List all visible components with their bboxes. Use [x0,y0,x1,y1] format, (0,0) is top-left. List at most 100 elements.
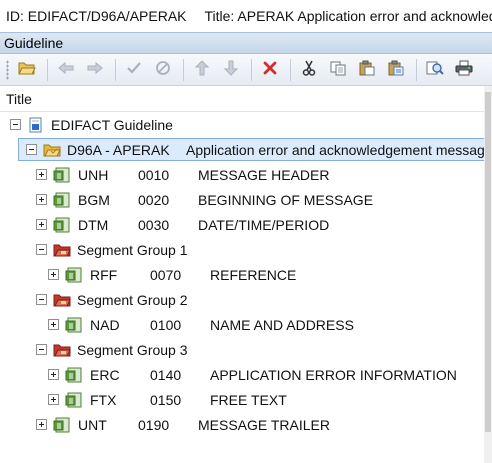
segment-icon [65,392,83,408]
cut-button[interactable] [297,58,321,82]
segment-description: BEGINNING OF MESSAGE [198,191,374,208]
segment-group-folder-icon [53,292,71,308]
tree-node-root[interactable]: EDIFACT Guideline [0,112,484,137]
segment-group-folder-icon [53,342,71,358]
segment-description: REFERENCE [210,266,297,283]
collapse-toggle-icon[interactable] [26,144,37,155]
segment-position: 0100 [150,316,182,333]
scrollbar-thumb[interactable] [485,92,491,432]
forward-arrow-button [83,58,107,82]
collapse-toggle-icon[interactable] [36,244,47,255]
segment-position: 0010 [138,166,170,183]
segment-tag: ERC [90,366,120,383]
expand-toggle-icon[interactable] [48,394,59,405]
toolbar-separator [183,58,184,81]
segment-group-folder-icon [53,242,71,258]
toolbar-separator [416,58,417,81]
guideline-tree: EDIFACT Guideline D96A - APERAK Applicatio… [0,112,484,463]
paste-icon [358,60,376,79]
collapse-toggle-icon[interactable] [36,294,47,305]
tree-node-segment-group[interactable]: Segment Group 2 [0,287,484,312]
column-header-label: Title [6,91,32,107]
segment-position: 0030 [138,216,170,233]
guideline-title: Title: APERAK Application error and ackn… [204,8,492,24]
tree-node-segment-group[interactable]: Segment Group 3 [0,337,484,362]
expand-toggle-icon[interactable] [36,169,47,180]
expand-toggle-icon[interactable] [36,219,47,230]
expand-toggle-icon[interactable] [36,194,47,205]
move-down-button [219,58,243,82]
segment-description: FREE TEXT [210,391,287,408]
segment-icon [65,317,83,333]
segment-position: 0190 [138,416,170,433]
checkmark-icon [125,60,143,79]
toolbar-separator [251,58,252,81]
segment-icon [53,417,71,433]
tree-node-segment[interactable]: UNH 0010 MESSAGE HEADER [0,162,484,187]
root-label: EDIFACT Guideline [51,116,173,133]
toolbar-separator [290,58,291,81]
copy-icon [329,60,347,79]
tree-node-segment-group[interactable]: Segment Group 1 [0,237,484,262]
tree-node-segment[interactable]: RFF 0070 REFERENCE [0,262,484,287]
move-down-icon [222,60,240,79]
segment-tag: UNH [78,166,109,183]
window-title-bar: ID: EDIFACT/D96A/APERAK Title: APERAK Ap… [0,0,492,32]
segment-description: DATE/TIME/PERIOD [198,216,330,233]
delete-icon [261,60,279,79]
tree-node-segment[interactable]: NAD 0100 NAME AND ADDRESS [0,312,484,337]
expand-toggle-icon[interactable] [48,369,59,380]
segment-position: 0020 [138,191,170,208]
preview-icon [426,60,444,79]
segment-group-label: Segment Group 3 [77,341,188,358]
tree-node-segment[interactable]: FTX 0150 FREE TEXT [0,387,484,412]
segment-description: MESSAGE TRAILER [198,416,331,433]
segment-description: MESSAGE HEADER [198,166,330,183]
message-code: D96A - APERAK [67,141,170,158]
forward-arrow-icon [86,60,104,79]
paste-special-icon [387,60,405,79]
segment-icon [65,267,83,283]
tree-node-segment[interactable]: BGM 0020 BEGINNING OF MESSAGE [0,187,484,212]
expand-toggle-icon[interactable] [48,269,59,280]
segment-group-label: Segment Group 2 [77,291,188,308]
move-up-icon [193,60,211,79]
print-button[interactable] [452,58,476,82]
guideline-document-icon [27,117,45,133]
cancel-circle-button [151,58,175,82]
guideline-toolbar [0,54,492,86]
cut-icon [300,60,318,79]
panel-title: Guideline [4,35,64,51]
collapse-toggle-icon[interactable] [10,119,21,130]
segment-position: 0150 [150,391,182,408]
open-folder-icon [18,60,36,79]
paste-button[interactable] [355,58,379,82]
move-up-button [190,58,214,82]
column-header-title[interactable]: Title [0,86,484,112]
message-description: Application error and acknowledgement me… [186,141,484,158]
segment-tag: RFF [90,266,118,283]
cancel-circle-icon [154,60,172,79]
expand-toggle-icon[interactable] [48,319,59,330]
open-folder-button[interactable] [15,58,39,82]
segment-description: NAME AND ADDRESS [210,316,354,333]
delete-button[interactable] [258,58,282,82]
toolbar-grip[interactable] [6,59,9,80]
segment-icon [53,192,71,208]
tree-node-segment[interactable]: UNT 0190 MESSAGE TRAILER [0,412,484,437]
collapse-toggle-icon[interactable] [36,344,47,355]
expand-toggle-icon[interactable] [36,419,47,430]
paste-special-button[interactable] [384,58,408,82]
print-icon [455,60,473,79]
segment-icon [53,217,71,233]
segment-icon [65,367,83,383]
segment-group-label: Segment Group 1 [77,241,188,258]
preview-button[interactable] [423,58,447,82]
segment-tag: DTM [78,216,109,233]
tree-node-segment[interactable]: DTM 0030 DATE/TIME/PERIOD [0,212,484,237]
vertical-scrollbar[interactable] [484,86,492,463]
segment-tag: BGM [78,191,110,208]
tree-node-segment[interactable]: ERC 0140 APPLICATION ERROR INFORMATION [0,362,484,387]
tree-node-message[interactable]: D96A - APERAK Application error and ackno… [0,137,484,162]
copy-button[interactable] [326,58,350,82]
